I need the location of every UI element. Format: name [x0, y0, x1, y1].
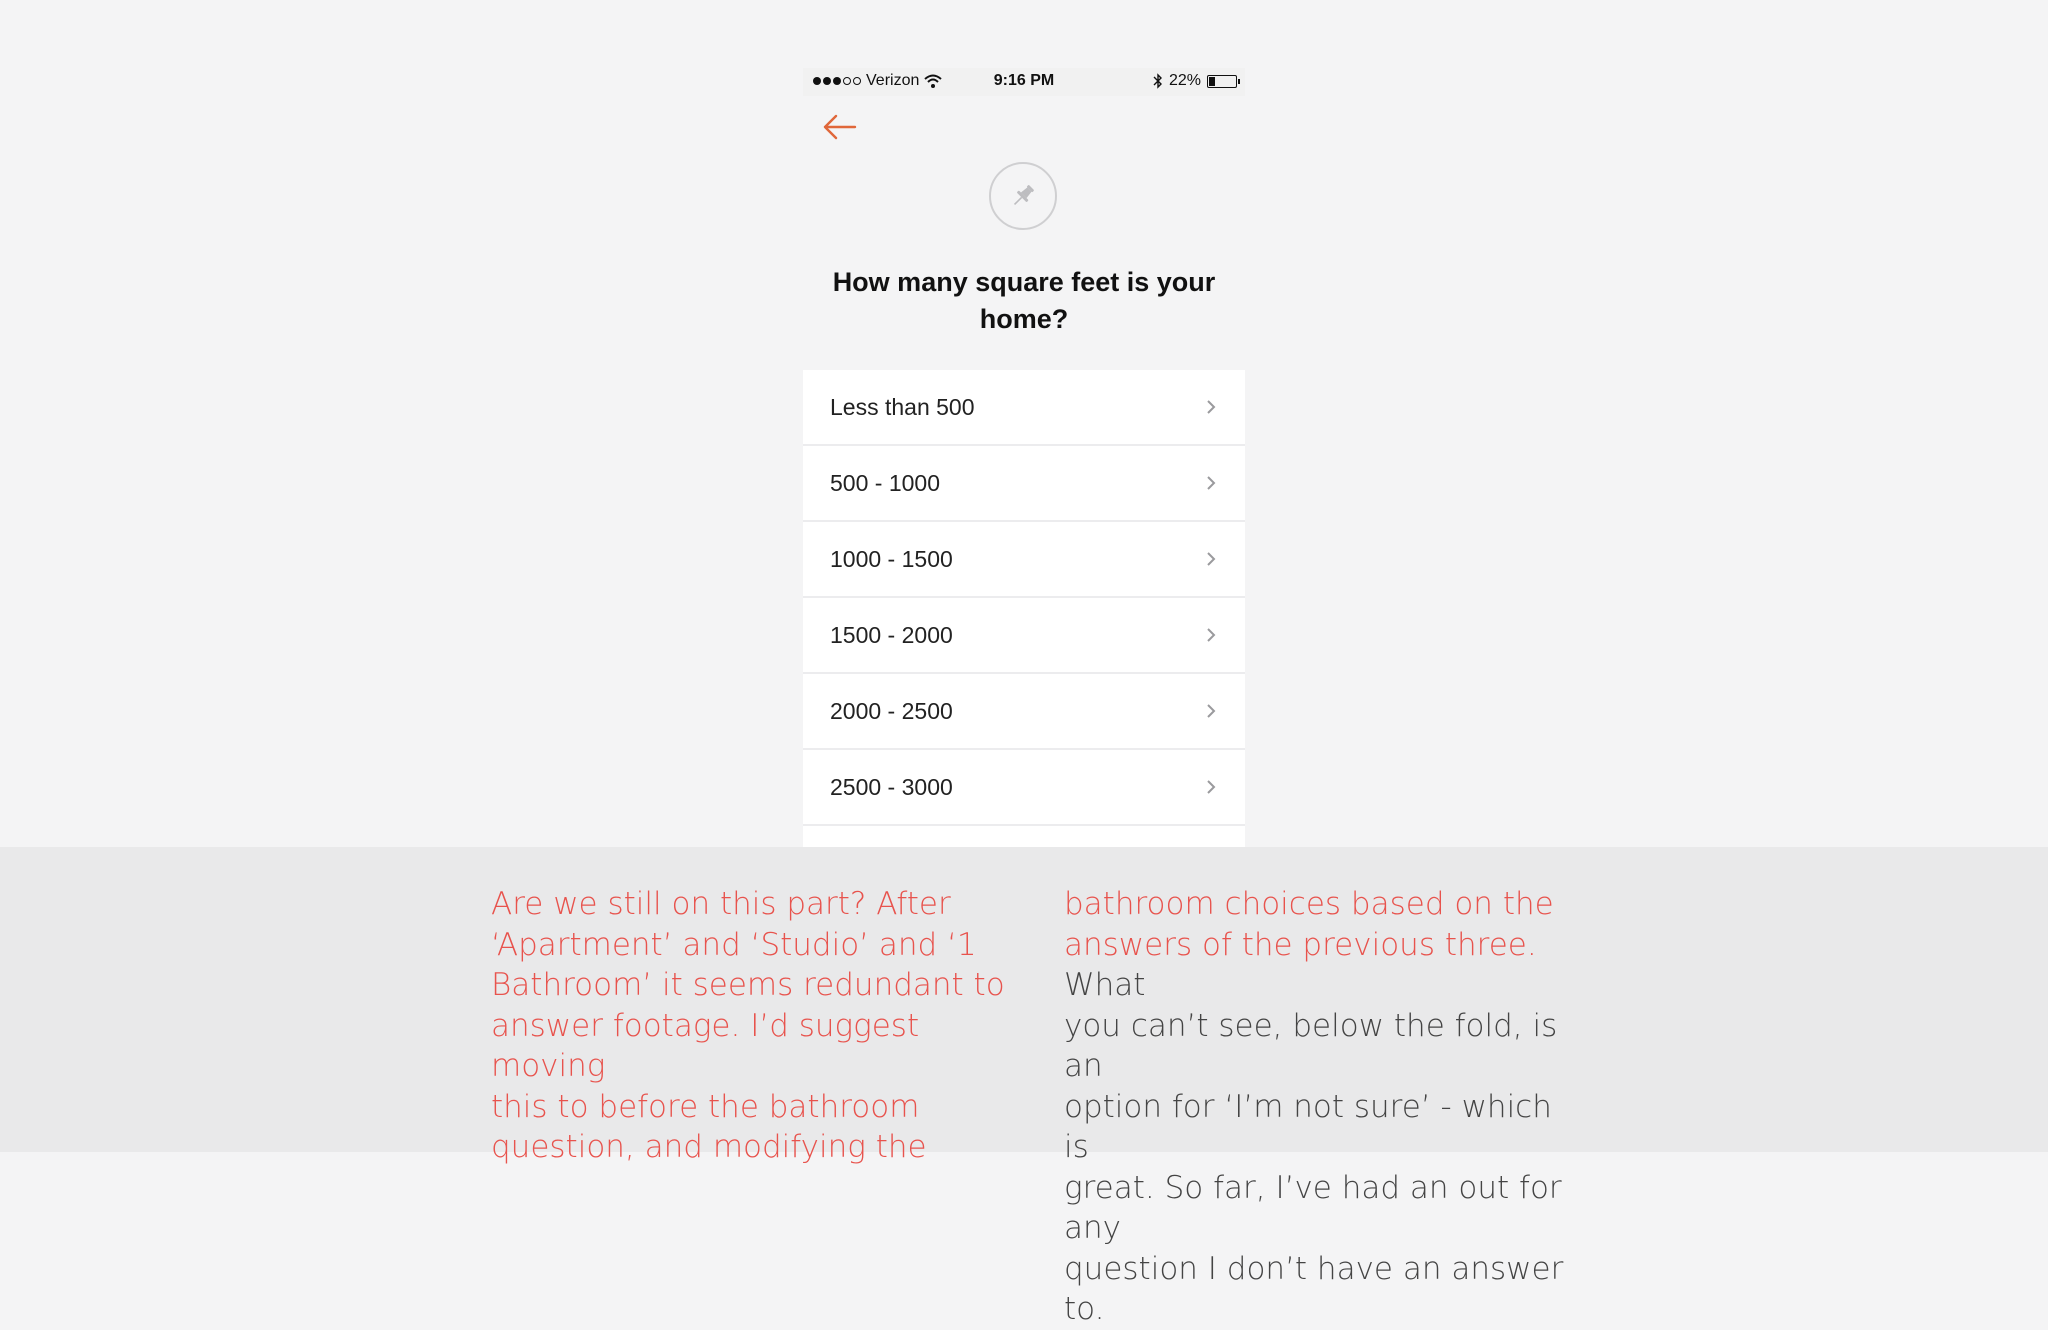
caption-text: you can’t see, below the fold, is an — [1064, 1007, 1558, 1085]
status-right: 22% — [1153, 72, 1240, 90]
option-row[interactable]: 1500 - 2000 — [803, 598, 1245, 674]
caption-band: Are we still on this part? After ‘Apartm… — [0, 847, 2048, 1327]
caption-left: Are we still on this part? After ‘Apartm… — [491, 884, 1011, 1168]
option-row[interactable]: 1000 - 1500 — [803, 522, 1245, 598]
phone-screen: Verizon 9:16 PM 22% How many square feet… — [803, 68, 1245, 847]
chevron-right-icon — [1207, 780, 1216, 794]
chevron-right-icon — [1207, 704, 1216, 718]
caption-line: Bathroom’ it seems redundant to — [491, 967, 1005, 1003]
option-row[interactable]: 2000 - 2500 — [803, 674, 1245, 750]
caption-line: you can’t see, below the fold, is an — [1064, 1006, 1584, 1087]
caption-line: question I don’t have an answer to. — [1064, 1249, 1584, 1330]
options-list: Less than 500 500 - 1000 1000 - 1500 150… — [803, 370, 1245, 847]
option-label: 2000 - 2500 — [830, 697, 953, 724]
option-row-partial[interactable] — [803, 826, 1245, 847]
caption-text: option for ‘I’m not sure’ - which is — [1064, 1088, 1552, 1166]
back-button[interactable] — [821, 110, 861, 150]
caption-right: bathroom choices based on the answers of… — [1064, 884, 1584, 1330]
option-label: 2500 - 3000 — [830, 773, 953, 800]
back-arrow-icon — [823, 114, 857, 140]
chevron-right-icon — [1207, 400, 1216, 414]
caption-line: answers of the previous three. What — [1064, 925, 1584, 1006]
caption-text: great. So far, I’ve had an out for any — [1064, 1169, 1562, 1247]
caption-line: this to before the bathroom — [491, 1088, 920, 1125]
battery-icon — [1207, 74, 1240, 88]
caption-line: answer footage. I’d suggest moving — [491, 1007, 920, 1085]
option-row[interactable]: 2500 - 3000 — [803, 750, 1245, 826]
option-row[interactable]: Less than 500 — [803, 370, 1245, 446]
status-bar: Verizon 9:16 PM 22% — [803, 68, 1245, 96]
caption-text: What — [1064, 967, 1146, 1003]
pin-badge — [989, 162, 1057, 230]
caption-line: great. So far, I’ve had an out for any — [1064, 1168, 1584, 1249]
caption-line: Are we still on this part? After — [491, 886, 951, 922]
caption-line: bathroom choices based on the — [1064, 884, 1584, 925]
chevron-right-icon — [1207, 476, 1216, 490]
caption-highlight: answers of the previous three. — [1064, 926, 1537, 963]
caption-line: option for ‘I’m not sure’ - which is — [1064, 1087, 1584, 1168]
bluetooth-icon — [1153, 73, 1162, 89]
option-label: Less than 500 — [830, 393, 975, 420]
caption-highlight: bathroom choices based on the — [1064, 886, 1554, 922]
caption-text: question I don’t have an answer to. — [1064, 1250, 1564, 1328]
battery-percent: 22% — [1168, 72, 1201, 89]
caption-line: ‘Apartment’ and ‘Studio’ and ‘1 — [491, 926, 977, 963]
caption-line: question, and modifying the — [491, 1129, 927, 1165]
option-label: 1500 - 2000 — [830, 621, 953, 648]
chevron-right-icon — [1207, 628, 1216, 642]
chevron-right-icon — [1207, 552, 1216, 566]
option-label: 500 - 1000 — [830, 469, 940, 496]
pushpin-icon — [1013, 185, 1034, 206]
option-label: 1000 - 1500 — [830, 545, 953, 572]
option-row[interactable]: 500 - 1000 — [803, 446, 1245, 522]
question-title: How many square feet is your home? — [832, 267, 1216, 334]
